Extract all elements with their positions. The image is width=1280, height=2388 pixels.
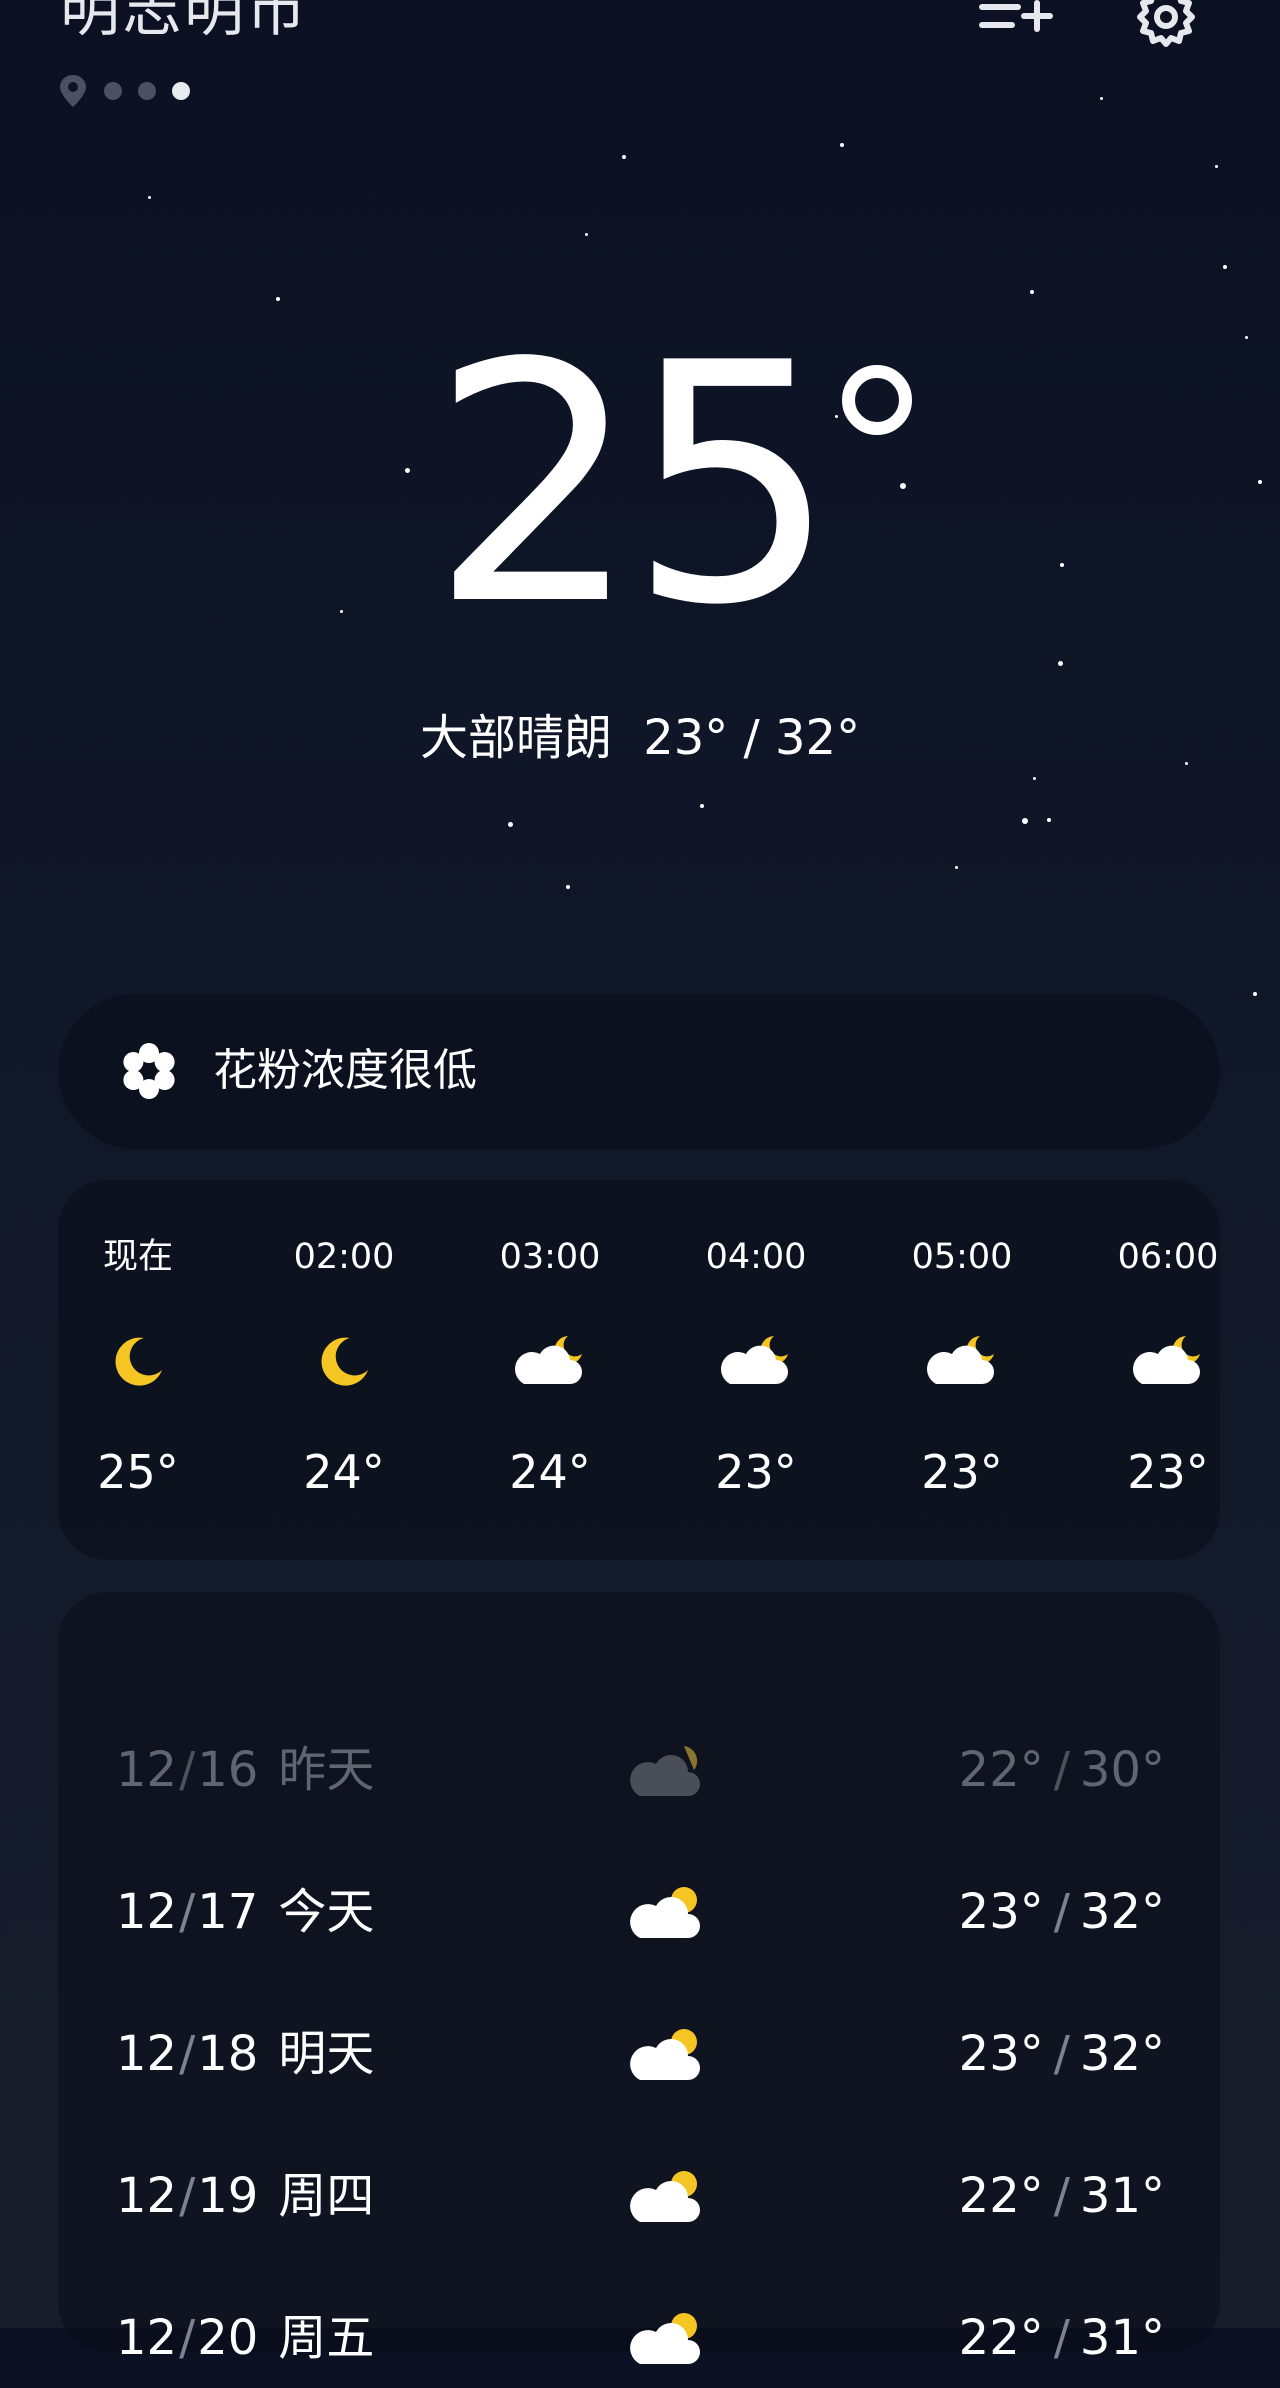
partly-cloudy-icon bbox=[630, 1887, 700, 1938]
daily-forecast-card[interactable]: 12/16 昨天 22°/30° 12/17 今天 23°/32° 12/18 明天 bbox=[58, 1592, 1220, 2366]
hourly-item: 现在 25° bbox=[58, 1180, 218, 1560]
hourly-forecast-card[interactable]: 现在 25° 02:00 24° 03:00 24° 04:00 23° 05:… bbox=[58, 1180, 1220, 1560]
current-condition: 大部晴朗 bbox=[419, 710, 612, 766]
location-pin-icon bbox=[60, 75, 86, 107]
cloud-moon-icon bbox=[515, 1336, 582, 1384]
daily-row[interactable]: 12/17 今天 23°/32° bbox=[58, 1862, 1220, 1962]
cloud-moon-icon bbox=[927, 1336, 994, 1384]
cloud-moon-icon bbox=[721, 1336, 788, 1384]
date-month: 12 bbox=[116, 1742, 178, 1798]
date-month: 12 bbox=[116, 2310, 178, 2366]
degree-symbol bbox=[842, 365, 912, 435]
day-name: 周五 bbox=[278, 2310, 375, 2366]
partly-cloudy-icon bbox=[630, 2313, 700, 2364]
settings-button[interactable] bbox=[1126, 0, 1206, 52]
daily-row[interactable]: 12/19 周四 22°/31° bbox=[58, 2146, 1220, 2246]
hour-temp: 24° bbox=[509, 1445, 591, 1499]
settings-gear-icon bbox=[1137, 0, 1195, 47]
day-high: 31° bbox=[1079, 2168, 1165, 2224]
day-low: 22° bbox=[958, 2310, 1044, 2366]
day-date: 12/20 周五 bbox=[116, 2310, 375, 2366]
date-month: 12 bbox=[116, 1884, 178, 1940]
date-day: 18 bbox=[197, 2026, 259, 2082]
flower-icon bbox=[123, 1043, 175, 1099]
day-low: 23° bbox=[958, 1884, 1044, 1940]
current-condition-line: 大部晴朗 23° / 32° bbox=[0, 706, 1280, 770]
moon-icon bbox=[321, 1337, 368, 1386]
pollen-card[interactable]: 花粉浓度很低 bbox=[58, 994, 1220, 1149]
day-date: 12/17 今天 bbox=[116, 1884, 375, 1940]
hourly-item: 05:00 23° bbox=[882, 1180, 1042, 1560]
hour-temp: 23° bbox=[921, 1445, 1003, 1499]
hour-temp: 23° bbox=[1127, 1445, 1209, 1499]
day-low: 22° bbox=[958, 1742, 1044, 1798]
partly-cloudy-icon bbox=[630, 1746, 700, 1796]
city-name[interactable]: 明志明市 bbox=[60, 0, 308, 50]
day-temp-range: 22°/30° bbox=[958, 1742, 1165, 1798]
day-temp-range: 22°/31° bbox=[958, 2168, 1165, 2224]
add-city-button[interactable] bbox=[976, 0, 1056, 52]
city-page-indicator bbox=[58, 74, 190, 108]
day-name: 昨天 bbox=[278, 1742, 375, 1798]
hourly-item: 06:00 23° bbox=[1088, 1180, 1220, 1560]
day-low: 22° bbox=[958, 2168, 1044, 2224]
date-day: 20 bbox=[197, 2310, 259, 2366]
day-high: 32° bbox=[1079, 2026, 1165, 2082]
daily-row[interactable]: 12/20 周五 22°/31° bbox=[58, 2288, 1220, 2388]
day-temp-range: 23°/32° bbox=[958, 2026, 1165, 2082]
add-city-icon bbox=[979, 0, 1053, 32]
date-month: 12 bbox=[116, 2026, 178, 2082]
hour-label: 04:00 bbox=[705, 1237, 807, 1277]
hourly-item: 04:00 23° bbox=[676, 1180, 836, 1560]
day-temp-range: 22°/31° bbox=[958, 2310, 1165, 2366]
day-high: 32° bbox=[1079, 1884, 1165, 1940]
day-name: 明天 bbox=[278, 2026, 375, 2082]
date-day: 19 bbox=[197, 2168, 259, 2224]
hour-temp: 25° bbox=[97, 1445, 179, 1499]
hour-label: 02:00 bbox=[293, 1237, 395, 1277]
date-day: 16 bbox=[197, 1742, 259, 1798]
hour-temp: 24° bbox=[303, 1445, 385, 1499]
page-dot-active bbox=[172, 82, 190, 100]
date-month: 12 bbox=[116, 2168, 178, 2224]
daily-row-past[interactable]: 12/16 昨天 22°/30° bbox=[58, 1720, 1220, 1820]
hour-label: 现在 bbox=[102, 1237, 173, 1277]
hour-label: 05:00 bbox=[911, 1237, 1013, 1277]
pollen-text: 花粉浓度很低 bbox=[213, 1045, 477, 1096]
daily-row[interactable]: 12/18 明天 23°/32° bbox=[58, 2004, 1220, 2104]
day-name: 今天 bbox=[278, 1884, 375, 1940]
day-low: 23° bbox=[958, 2026, 1044, 2082]
day-high: 31° bbox=[1079, 2310, 1165, 2366]
day-name: 周四 bbox=[278, 2168, 375, 2224]
hourly-item: 03:00 24° bbox=[470, 1180, 630, 1560]
hour-temp: 23° bbox=[715, 1445, 797, 1499]
partly-cloudy-icon bbox=[630, 2029, 700, 2080]
date-day: 17 bbox=[197, 1884, 259, 1940]
day-temp-range: 23°/32° bbox=[958, 1884, 1165, 1940]
hour-label: 03:00 bbox=[499, 1237, 601, 1277]
current-temperature: 25 bbox=[430, 293, 838, 677]
partly-cloudy-icon bbox=[630, 2171, 700, 2222]
page-dot bbox=[138, 82, 156, 100]
page-dot bbox=[104, 82, 122, 100]
hourly-item: 02:00 24° bbox=[264, 1180, 424, 1560]
moon-icon bbox=[115, 1337, 162, 1386]
hour-label: 06:00 bbox=[1117, 1237, 1219, 1277]
day-high: 30° bbox=[1079, 1742, 1165, 1798]
current-temp-range: 23° / 32° bbox=[643, 710, 861, 766]
day-date: 12/19 周四 bbox=[116, 2168, 375, 2224]
day-date: 12/18 明天 bbox=[116, 2026, 375, 2082]
cloud-moon-icon bbox=[1133, 1336, 1200, 1384]
day-date: 12/16 昨天 bbox=[116, 1742, 375, 1798]
